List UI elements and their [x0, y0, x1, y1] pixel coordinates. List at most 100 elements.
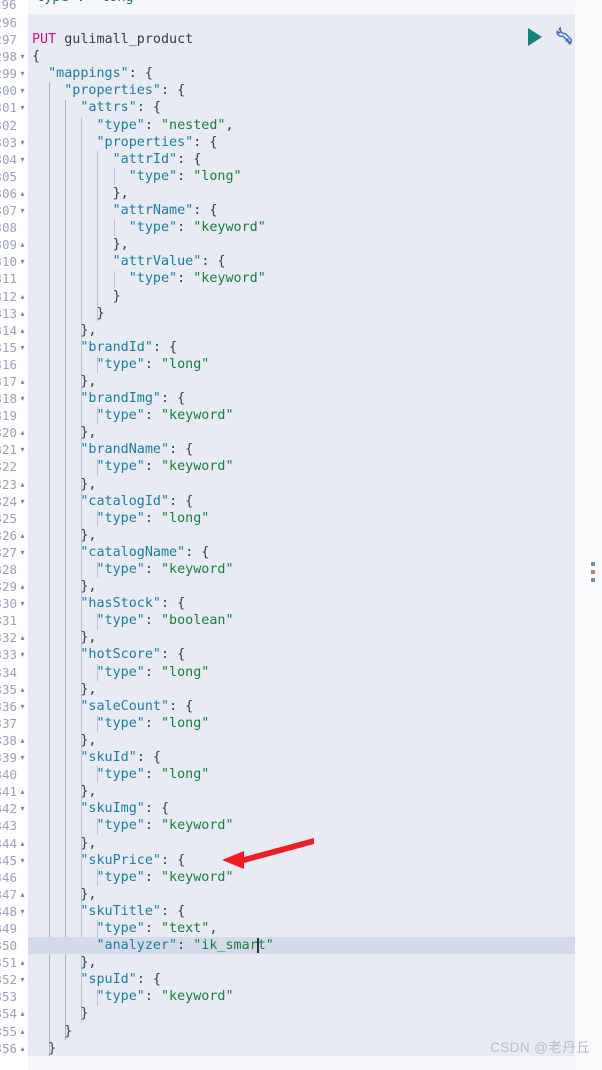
fold-collapse-icon[interactable]: ▾	[18, 800, 27, 817]
gutter-line-344[interactable]: 344▴	[0, 835, 28, 852]
gutter-line-306[interactable]: 306▴	[0, 185, 28, 202]
code-line-350[interactable]: "analyzer": "ik_smart"	[28, 937, 575, 955]
fold-collapse-icon[interactable]: ▾	[18, 852, 27, 869]
code-line-315[interactable]: "brandId": {	[28, 339, 575, 356]
code-line-304[interactable]: "attrId": {	[28, 151, 575, 168]
fold-expand-icon[interactable]: ▴	[18, 373, 27, 390]
code-line-352[interactable]: "spuId": {	[28, 971, 575, 988]
gutter-line-332[interactable]: 332▴	[0, 629, 28, 646]
code-line-322[interactable]: "type": "keyword"	[28, 458, 575, 475]
gutter-line-331[interactable]: 331	[0, 612, 28, 629]
fold-collapse-icon[interactable]: ▾	[18, 971, 27, 988]
fold-collapse-icon[interactable]: ▾	[18, 749, 27, 766]
gutter-line-345[interactable]: 345▾	[0, 852, 28, 869]
fold-expand-icon[interactable]: ▴	[18, 783, 27, 800]
gutter-line-319[interactable]: 319	[0, 407, 28, 424]
fold-collapse-icon[interactable]: ▾	[18, 493, 27, 510]
fold-collapse-icon[interactable]: ▾	[18, 646, 27, 663]
code-line-335[interactable]: },	[28, 681, 575, 698]
code-line-316[interactable]: "type": "long"	[28, 356, 575, 373]
gutter-line-303[interactable]: 303▾	[0, 134, 28, 151]
code-line-331[interactable]: "type": "boolean"	[28, 612, 575, 629]
gutter-line-318[interactable]: 318▾	[0, 390, 28, 407]
code-line-296[interactable]	[28, 14, 575, 31]
code-line-321[interactable]: "brandName": {	[28, 441, 575, 458]
code-line-332[interactable]: },	[28, 629, 575, 646]
fold-expand-icon[interactable]: ▴	[18, 732, 27, 749]
fold-expand-icon[interactable]: ▴	[18, 1040, 27, 1057]
gutter-line-313[interactable]: 313▴	[0, 305, 28, 322]
gutter-line-343[interactable]: 343	[0, 817, 28, 834]
code-line-346[interactable]: "type": "keyword"	[28, 869, 575, 886]
code-line-339[interactable]: "skuId": {	[28, 749, 575, 766]
gutter-line-352[interactable]: 352▾	[0, 971, 28, 988]
gutter-line-329[interactable]: 329▴	[0, 578, 28, 595]
code-line-344[interactable]: },	[28, 835, 575, 852]
gutter-line-339[interactable]: 339▾	[0, 749, 28, 766]
code-line-317[interactable]: },	[28, 373, 575, 390]
code-line-302[interactable]: "type": "nested",	[28, 117, 575, 134]
fold-expand-icon[interactable]: ▴	[18, 527, 27, 544]
fold-collapse-icon[interactable]: ▾	[18, 151, 27, 168]
code-line-300[interactable]: "properties": {	[28, 82, 575, 99]
gutter-line-333[interactable]: 333▾	[0, 646, 28, 663]
code-line-324[interactable]: "catalogId": {	[28, 493, 575, 510]
gutter-line-304[interactable]: 304▾	[0, 151, 28, 168]
fold-expand-icon[interactable]: ▴	[18, 185, 27, 202]
code-line-347[interactable]: },	[28, 886, 575, 903]
gutter-line-326[interactable]: 326▴	[0, 527, 28, 544]
code-line-354[interactable]: }	[28, 1005, 575, 1022]
gutter-line-346[interactable]: 346	[0, 869, 28, 886]
fold-expand-icon[interactable]: ▴	[18, 954, 27, 971]
code-line-305[interactable]: "type": "long"	[28, 168, 575, 185]
code-line-313[interactable]: }	[28, 305, 575, 322]
code-line-318[interactable]: "brandImg": {	[28, 390, 575, 407]
code-line-309[interactable]: },	[28, 236, 575, 253]
code-line-336[interactable]: "saleCount": {	[28, 698, 575, 715]
code-line-323[interactable]: },	[28, 476, 575, 493]
gutter-line-299[interactable]: 299▾	[0, 65, 28, 82]
gutter-line-330[interactable]: 330▾	[0, 595, 28, 612]
fold-collapse-icon[interactable]: ▾	[18, 82, 27, 99]
panel-drag-handle[interactable]	[591, 562, 596, 584]
fold-collapse-icon[interactable]: ▾	[18, 544, 27, 561]
gutter-line-322[interactable]: 322	[0, 458, 28, 475]
gutter-line-340[interactable]: 340	[0, 766, 28, 783]
fold-expand-icon[interactable]: ▴	[18, 288, 27, 305]
fold-collapse-icon[interactable]: ▾	[18, 253, 27, 270]
code-line-341[interactable]: },	[28, 783, 575, 800]
code-line-340[interactable]: "type": "long"	[28, 766, 575, 783]
gutter-line-298[interactable]: 298▾	[0, 48, 28, 65]
fold-collapse-icon[interactable]: ▾	[18, 390, 27, 407]
code-line-314[interactable]: },	[28, 322, 575, 339]
fold-collapse-icon[interactable]: ▾	[18, 134, 27, 151]
gutter-line-316[interactable]: 316	[0, 356, 28, 373]
fold-expand-icon[interactable]: ▴	[18, 886, 27, 903]
gutter-line-317[interactable]: 317▴	[0, 373, 28, 390]
fold-collapse-icon[interactable]: ▾	[18, 903, 27, 920]
gutter-line-312[interactable]: 312▴	[0, 288, 28, 305]
code-line-349[interactable]: "type": "text",	[28, 920, 575, 937]
code-line-311[interactable]: "type": "keyword"	[28, 270, 575, 287]
code-line-334[interactable]: "type": "long"	[28, 664, 575, 681]
gutter-line-301[interactable]: 301▾	[0, 99, 28, 116]
gutter-line-320[interactable]: 320▴	[0, 424, 28, 441]
gutter-line-327[interactable]: 327▾	[0, 544, 28, 561]
gutter-line-350[interactable]: 350	[0, 937, 28, 954]
gutter-line-337[interactable]: 337	[0, 715, 28, 732]
gutter-line-324[interactable]: 324▾	[0, 493, 28, 510]
fold-collapse-icon[interactable]: ▾	[18, 48, 27, 65]
code-line-320[interactable]: },	[28, 424, 575, 441]
gutter-line-342[interactable]: 342▾	[0, 800, 28, 817]
fold-expand-icon[interactable]: ▴	[18, 476, 27, 493]
code-line-310[interactable]: "attrValue": {	[28, 253, 575, 270]
gutter-line-296[interactable]: 296	[0, 14, 28, 31]
fold-expand-icon[interactable]: ▴	[18, 236, 27, 253]
gutter-line-314[interactable]: 314▴	[0, 322, 28, 339]
gutter-line-356[interactable]: 356▴	[0, 1040, 28, 1057]
code-line-342[interactable]: "skuImg": {	[28, 800, 575, 817]
code-line-297[interactable]: PUT gulimall_product	[28, 31, 575, 48]
gutter-line-348[interactable]: 348▾	[0, 903, 28, 920]
code-line-333[interactable]: "hotScore": {	[28, 646, 575, 663]
fold-expand-icon[interactable]: ▴	[18, 1023, 27, 1040]
